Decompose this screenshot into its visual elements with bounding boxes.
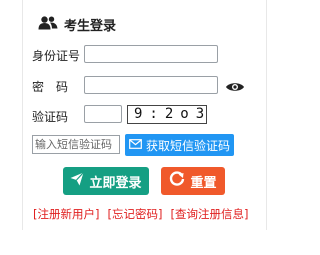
reset-button[interactable]: 重置 xyxy=(161,167,225,195)
get-sms-code-button[interactable]: 获取短信验证码 xyxy=(125,134,234,156)
query-registration-link[interactable]: [查询注册信息] xyxy=(170,206,248,222)
reset-label: 重置 xyxy=(190,175,217,191)
password-label: 密 码 xyxy=(32,80,69,94)
password-input[interactable] xyxy=(84,76,218,94)
get-sms-code-label: 获取短信验证码 xyxy=(145,138,230,153)
register-link[interactable]: [注册新用户] xyxy=(33,206,99,222)
users-icon xyxy=(38,15,58,34)
login-label: 立即登录 xyxy=(89,175,142,191)
envelope-icon xyxy=(129,138,142,152)
eye-icon[interactable] xyxy=(225,78,245,97)
login-header: 考生登录 xyxy=(38,12,116,36)
id-number-input[interactable] xyxy=(84,45,218,63)
footer-links: [注册新用户] [忘记密码] [查询注册信息] xyxy=(33,206,248,222)
captcha-image[interactable]: 9:2o3 xyxy=(127,105,207,124)
captcha-input[interactable] xyxy=(84,105,122,123)
captcha-label: 验证码 xyxy=(32,110,69,124)
send-icon xyxy=(70,172,85,190)
refresh-icon xyxy=(169,171,185,191)
id-label: 身份证号 xyxy=(32,49,81,63)
sms-code-input[interactable]: 输入短信验证码 xyxy=(32,135,120,154)
forgot-password-link[interactable]: [忘记密码] xyxy=(107,206,162,222)
page-title: 考生登录 xyxy=(64,18,117,34)
login-button[interactable]: 立即登录 xyxy=(63,167,149,195)
